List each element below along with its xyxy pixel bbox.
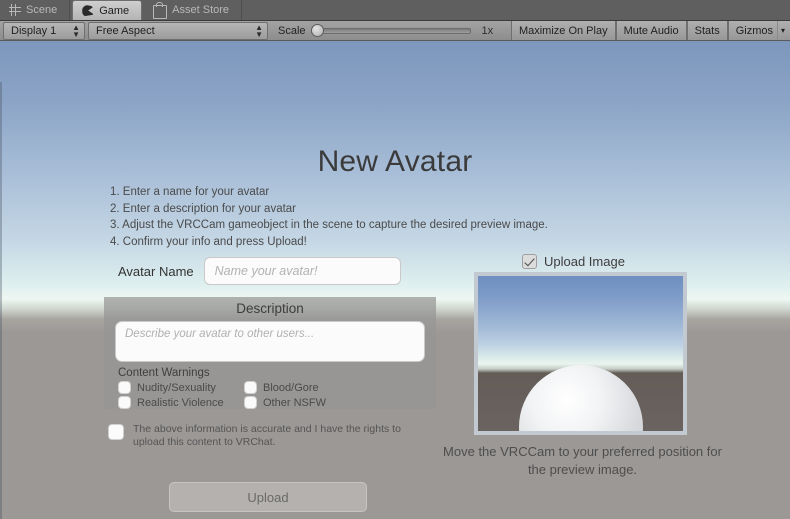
content-warning-blood-gore[interactable]: Blood/Gore	[244, 381, 370, 394]
instruction-step: 1. Enter a name for your avatar	[110, 186, 270, 198]
toolbar-right-group: Maximize On Play Mute Audio Stats Gizmos…	[510, 21, 790, 40]
scale-label: Scale	[278, 24, 306, 37]
content-warning-label: Other NSFW	[263, 396, 326, 409]
tab-asset-store-label: Asset Store	[172, 4, 230, 16]
preview-caption: Move the VRCCam to your preferred positi…	[443, 444, 722, 477]
tab-game-label: Game	[99, 4, 130, 17]
confirmation-label: The above information is accurate and I …	[133, 423, 401, 448]
aspect-ratio-dropdown[interactable]: Free Aspect ▲ ▼	[88, 21, 268, 40]
content-warning-other-nsfw[interactable]: Other NSFW	[244, 396, 370, 409]
gizmos-dropdown-arrow-icon[interactable]: ▾	[776, 21, 790, 40]
avatar-name-label: Avatar Name	[118, 263, 194, 279]
editor-tab-bar: Scene Game Asset Store	[0, 0, 790, 21]
upload-image-row[interactable]: Upload Image	[522, 254, 625, 269]
content-warning-label: Nudity/Sexuality	[137, 381, 216, 394]
confirmation-checkbox-icon[interactable]	[108, 424, 124, 440]
upload-image-checkbox-icon[interactable]	[522, 254, 537, 269]
gizmos-button[interactable]: Gizmos	[727, 21, 777, 40]
grid-icon	[9, 4, 21, 16]
page-title: New Avatar	[317, 145, 473, 178]
scale-slider[interactable]	[310, 23, 471, 37]
game-render-area: New Avatar 1. Enter a name for your avat…	[0, 41, 790, 519]
checkbox-icon[interactable]	[244, 396, 257, 409]
preview-image-frame	[474, 272, 687, 435]
instruction-step: 4. Confirm your info and press Upload!	[110, 235, 307, 248]
preview-image	[478, 276, 683, 431]
checkbox-icon[interactable]	[244, 381, 257, 394]
mute-audio-button[interactable]: Mute Audio	[615, 21, 687, 40]
description-input[interactable]: Describe your avatar to other users...	[115, 321, 425, 362]
content-warning-realistic-violence[interactable]: Realistic Violence	[118, 396, 244, 409]
instructions-list: 1. Enter a name for your avatar 2. Enter…	[110, 184, 548, 250]
confirmation-row[interactable]: The above information is accurate and I …	[108, 423, 428, 449]
tab-game[interactable]: Game	[72, 0, 143, 20]
scale-control: Scale 1x	[278, 23, 494, 37]
tab-scene-label: Scene	[26, 4, 58, 16]
upload-button[interactable]: Upload	[169, 482, 367, 512]
checkbox-icon[interactable]	[118, 381, 131, 394]
content-warnings-grid: Nudity/Sexuality Blood/Gore Realistic Vi…	[118, 381, 436, 409]
display-dropdown[interactable]: Display 1 ▲ ▼	[3, 21, 85, 40]
unity-game-view-window: Scene Game Asset Store Display 1 ▲ ▼ Free…	[0, 0, 790, 519]
chevron-updown-icon: ▲ ▼	[255, 22, 263, 39]
maximize-on-play-button[interactable]: Maximize On Play	[510, 21, 616, 40]
preview-sphere-object	[518, 365, 643, 431]
game-view-left-edge	[0, 82, 2, 519]
avatar-name-input[interactable]: Name your avatar!	[203, 257, 401, 285]
game-pacman-icon	[82, 4, 95, 17]
description-panel: Description Describe your avatar to othe…	[104, 297, 436, 409]
upload-image-label: Upload Image	[544, 254, 625, 269]
aspect-ratio-value: Free Aspect	[96, 24, 155, 37]
instruction-step: 2. Enter a description for your avatar	[110, 202, 297, 215]
content-warning-label: Blood/Gore	[263, 381, 319, 394]
shopping-bag-icon	[153, 1, 168, 19]
content-warnings-title: Content Warnings	[118, 367, 210, 379]
description-title: Description	[236, 301, 304, 316]
tab-scene[interactable]: Scene	[0, 0, 71, 20]
game-view-toolbar: Display 1 ▲ ▼ Free Aspect ▲ ▼ Scale 1x Max…	[0, 21, 790, 41]
avatar-name-row: Avatar Name Name your avatar!	[118, 257, 401, 285]
checkbox-icon[interactable]	[118, 396, 131, 409]
tab-asset-store[interactable]: Asset Store	[144, 0, 243, 20]
display-dropdown-value: Display 1	[11, 24, 57, 37]
stats-button[interactable]: Stats	[686, 21, 728, 40]
instruction-step: 3. Adjust the VRCCam gameobject in the s…	[110, 219, 548, 231]
content-warning-nudity-sexuality[interactable]: Nudity/Sexuality	[118, 381, 244, 394]
scale-value: 1x	[481, 24, 494, 37]
content-warning-label: Realistic Violence	[137, 396, 224, 409]
scale-slider-handle[interactable]	[310, 23, 324, 37]
chevron-updown-icon: ▲ ▼	[72, 22, 80, 39]
